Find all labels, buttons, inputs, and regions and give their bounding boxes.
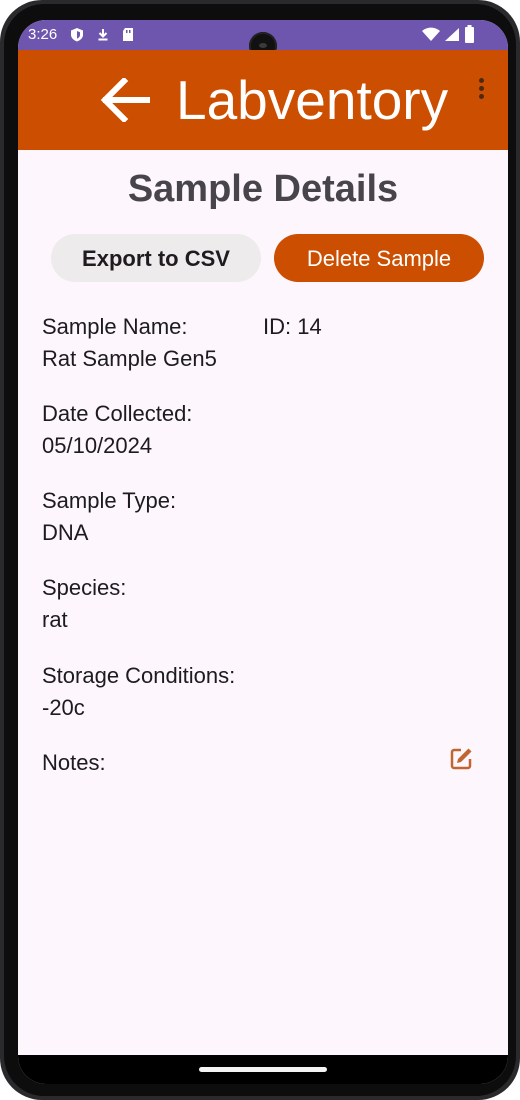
notes-label: Notes:	[42, 750, 106, 775]
sample-name-value: Rat Sample Gen5	[42, 346, 217, 371]
arrow-left-icon[interactable]	[100, 78, 150, 122]
wifi-icon	[422, 27, 440, 41]
storage-conditions-value: -20c	[42, 695, 85, 720]
page-title: Sample Details	[127, 168, 399, 210]
device-frame: 3:26 Labventory Sample Details Export to…	[0, 0, 520, 1100]
app-bar: Labventory	[18, 50, 508, 150]
home-gesture-handle[interactable]	[199, 1067, 327, 1072]
app-title: Labventory	[176, 69, 449, 131]
sample-type-label: Sample Type:	[42, 488, 177, 513]
status-time: 3:26	[28, 26, 58, 43]
export-csv-button[interactable]: Export to CSV	[51, 234, 261, 282]
sample-type-value: DNA	[42, 520, 89, 545]
system-nav-bar	[18, 1055, 508, 1084]
sd-card-icon	[123, 28, 133, 41]
more-dot	[478, 86, 484, 91]
download-icon	[98, 29, 108, 41]
storage-conditions-label: Storage Conditions:	[42, 663, 236, 688]
more-vert-icon[interactable]	[476, 78, 486, 102]
edit-icon[interactable]	[450, 746, 474, 770]
sample-name-label: Sample Name:	[42, 314, 188, 339]
battery-icon	[465, 25, 474, 43]
screen: 3:26 Labventory Sample Details Export to…	[18, 20, 508, 1084]
sample-id: ID: 14	[263, 314, 322, 339]
delete-sample-button[interactable]: Delete Sample	[274, 234, 484, 282]
shield-icon	[71, 28, 83, 42]
more-dot	[478, 94, 484, 99]
device-bezel: 3:26 Labventory Sample Details Export to…	[4, 4, 516, 1096]
species-value: rat	[42, 607, 68, 632]
signal-icon	[445, 28, 459, 41]
species-label: Species:	[42, 575, 127, 600]
date-collected-value: 05/10/2024	[42, 433, 153, 458]
date-collected-label: Date Collected:	[42, 401, 193, 426]
more-dot	[478, 78, 484, 83]
